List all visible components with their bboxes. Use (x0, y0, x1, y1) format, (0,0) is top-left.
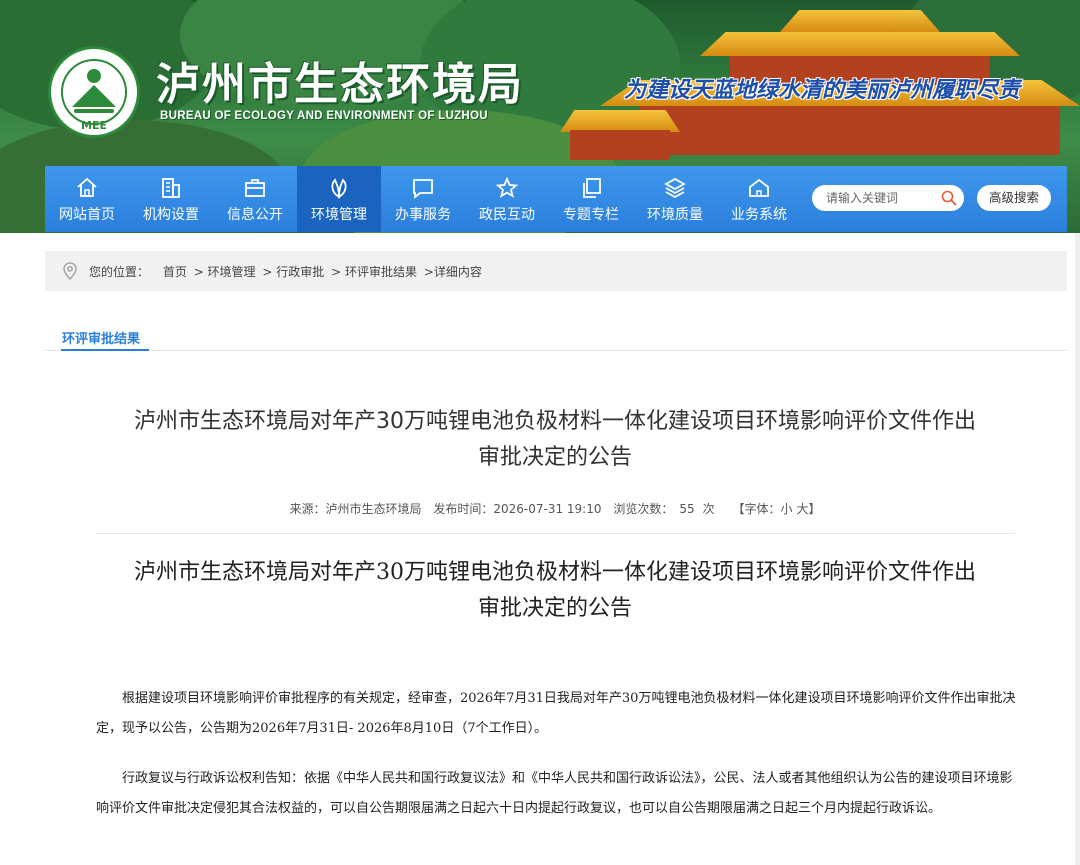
nav-label: 办事服务 (395, 207, 451, 223)
nav-item-env-quality[interactable]: 环境质量 (633, 166, 717, 232)
meta-views-unit: 次 (702, 502, 715, 516)
meta-font-size: 【字体：小 大】 (732, 502, 820, 516)
section-tab-underline (61, 349, 149, 351)
logo-wave-icon (74, 109, 114, 113)
logo-sun-icon (87, 69, 101, 83)
copy-icon (583, 178, 601, 198)
nav-item-info-disclosure[interactable]: 信息公开 (213, 166, 297, 232)
meta-views: 浏览次数： 55 次 (613, 502, 714, 516)
meta-time-label: 发布时间： (433, 502, 494, 516)
nav-label: 业务系统 (731, 207, 787, 223)
breadcrumb: 您的位置： 首页 > 环境管理 > 行政审批 > 环评审批结果 >详细内容 (45, 251, 1067, 291)
house-icon (749, 178, 769, 197)
meta-source-label: 来源： (289, 502, 326, 516)
nav-label: 政民互动 (479, 207, 535, 223)
meta-source-value: 泸州市生态环境局 (325, 502, 422, 516)
site-title: 泸州市生态环境局 (156, 59, 524, 110)
nav-item-services[interactable]: 办事服务 (381, 166, 465, 232)
body-title-line: 泸州市生态环境局对年产30万吨锂电池负极材料一体化建设项目环境影响评价文件作出 (134, 560, 976, 585)
nav-label: 专题专栏 (563, 207, 619, 223)
breadcrumb-prefix: 您的位置： (89, 265, 150, 279)
nav-item-interaction[interactable]: 政民互动 (465, 166, 549, 232)
article-title: 泸州市生态环境局对年产30万吨锂电池负极材料一体化建设项目环境影响评价文件作出 … (80, 404, 1030, 476)
nav-item-organization[interactable]: 机构设置 (129, 166, 213, 232)
logo-ring (61, 59, 127, 125)
leaf-icon (331, 178, 347, 199)
article-title-line: 泸州市生态环境局对年产30万吨锂电池负极材料一体化建设项目环境影响评价文件作出 (134, 409, 976, 434)
breadcrumb-text: 您的位置： 首页 > 环境管理 > 行政审批 > 环评审批结果 >详细内容 (89, 263, 485, 280)
nav-item-business-system[interactable]: 业务系统 (717, 166, 801, 232)
advanced-search-button[interactable]: 高级搜索 (977, 185, 1051, 211)
breadcrumb-item-eia-results[interactable]: > 环评审批结果 (331, 265, 417, 279)
article-meta: 来源：泸州市生态环境局 发布时间：2026-07-31 19:10 浏览次数： 5… (0, 500, 1080, 517)
logo-mountain-icon (72, 85, 116, 107)
bureau-logo[interactable]: MEE (48, 46, 140, 138)
body-title-line: 审批决定的公告 (477, 596, 632, 621)
building-icon (162, 178, 180, 198)
meta-views-value: 55 (679, 502, 695, 516)
meta-divider (95, 533, 1015, 534)
breadcrumb-item-admin-approval[interactable]: > 行政审批 (262, 265, 324, 279)
font-small-button[interactable]: 小 (780, 502, 792, 516)
search-input[interactable] (826, 189, 936, 207)
body-title: 泸州市生态环境局对年产30万吨锂电池负极材料一体化建设项目环境影响评价文件作出 … (80, 555, 1030, 627)
article-paragraph: 根据建设项目环境影响评价审批程序的有关规定，经审查，2026年7月31日我局对年… (96, 691, 1016, 736)
home-icon (77, 177, 97, 197)
article-paragraph: 行政复议与行政诉讼权利告知：依据《中华人民共和国行政复议法》和《中华人民共和国行… (96, 771, 1013, 816)
section-tab[interactable]: 环评审批结果 (62, 328, 140, 347)
nav-item-home[interactable]: 网站首页 (45, 166, 129, 232)
search-icon[interactable] (940, 189, 958, 207)
site-subtitle: BUREAU OF ECOLOGY AND ENVIRONMENT OF LUZ… (160, 110, 488, 122)
nav-label: 环境管理 (311, 207, 367, 223)
meta-font-label: 【字体： (732, 502, 781, 516)
section-divider (45, 350, 1067, 351)
logo-text: MEE (81, 119, 107, 132)
star-icon (495, 176, 519, 198)
briefcase-icon (245, 179, 265, 197)
meta-time: 发布时间：2026-07-31 19:10 (433, 502, 601, 516)
site-slogan: 为建设天蓝地绿水清的美丽泸州履职尽责 (624, 78, 1021, 103)
nav-item-env-management[interactable]: 环境管理 (297, 166, 381, 232)
breadcrumb-item-detail: >详细内容 (423, 265, 482, 279)
breadcrumb-item-home[interactable]: 首页 (163, 265, 187, 279)
nav-label: 环境质量 (647, 207, 703, 223)
meta-views-label: 浏览次数： (613, 502, 674, 516)
layers-icon (664, 177, 686, 199)
nav-label: 机构设置 (143, 207, 199, 223)
scrollbar-track[interactable] (1075, 233, 1080, 865)
nav-item-topics[interactable]: 专题专栏 (549, 166, 633, 232)
font-large-button[interactable]: 大】 (797, 502, 821, 516)
meta-source: 来源：泸州市生态环境局 (289, 502, 421, 516)
nav-label: 信息公开 (227, 207, 283, 223)
nav-label: 网站首页 (59, 207, 115, 223)
search-box (812, 185, 964, 211)
chat-icon (413, 179, 433, 199)
article-title-line: 审批决定的公告 (477, 445, 632, 470)
location-pin-icon (63, 262, 77, 280)
meta-time-value: 2026-07-31 19:10 (493, 502, 602, 516)
breadcrumb-item-env-management[interactable]: > 环境管理 (194, 265, 256, 279)
